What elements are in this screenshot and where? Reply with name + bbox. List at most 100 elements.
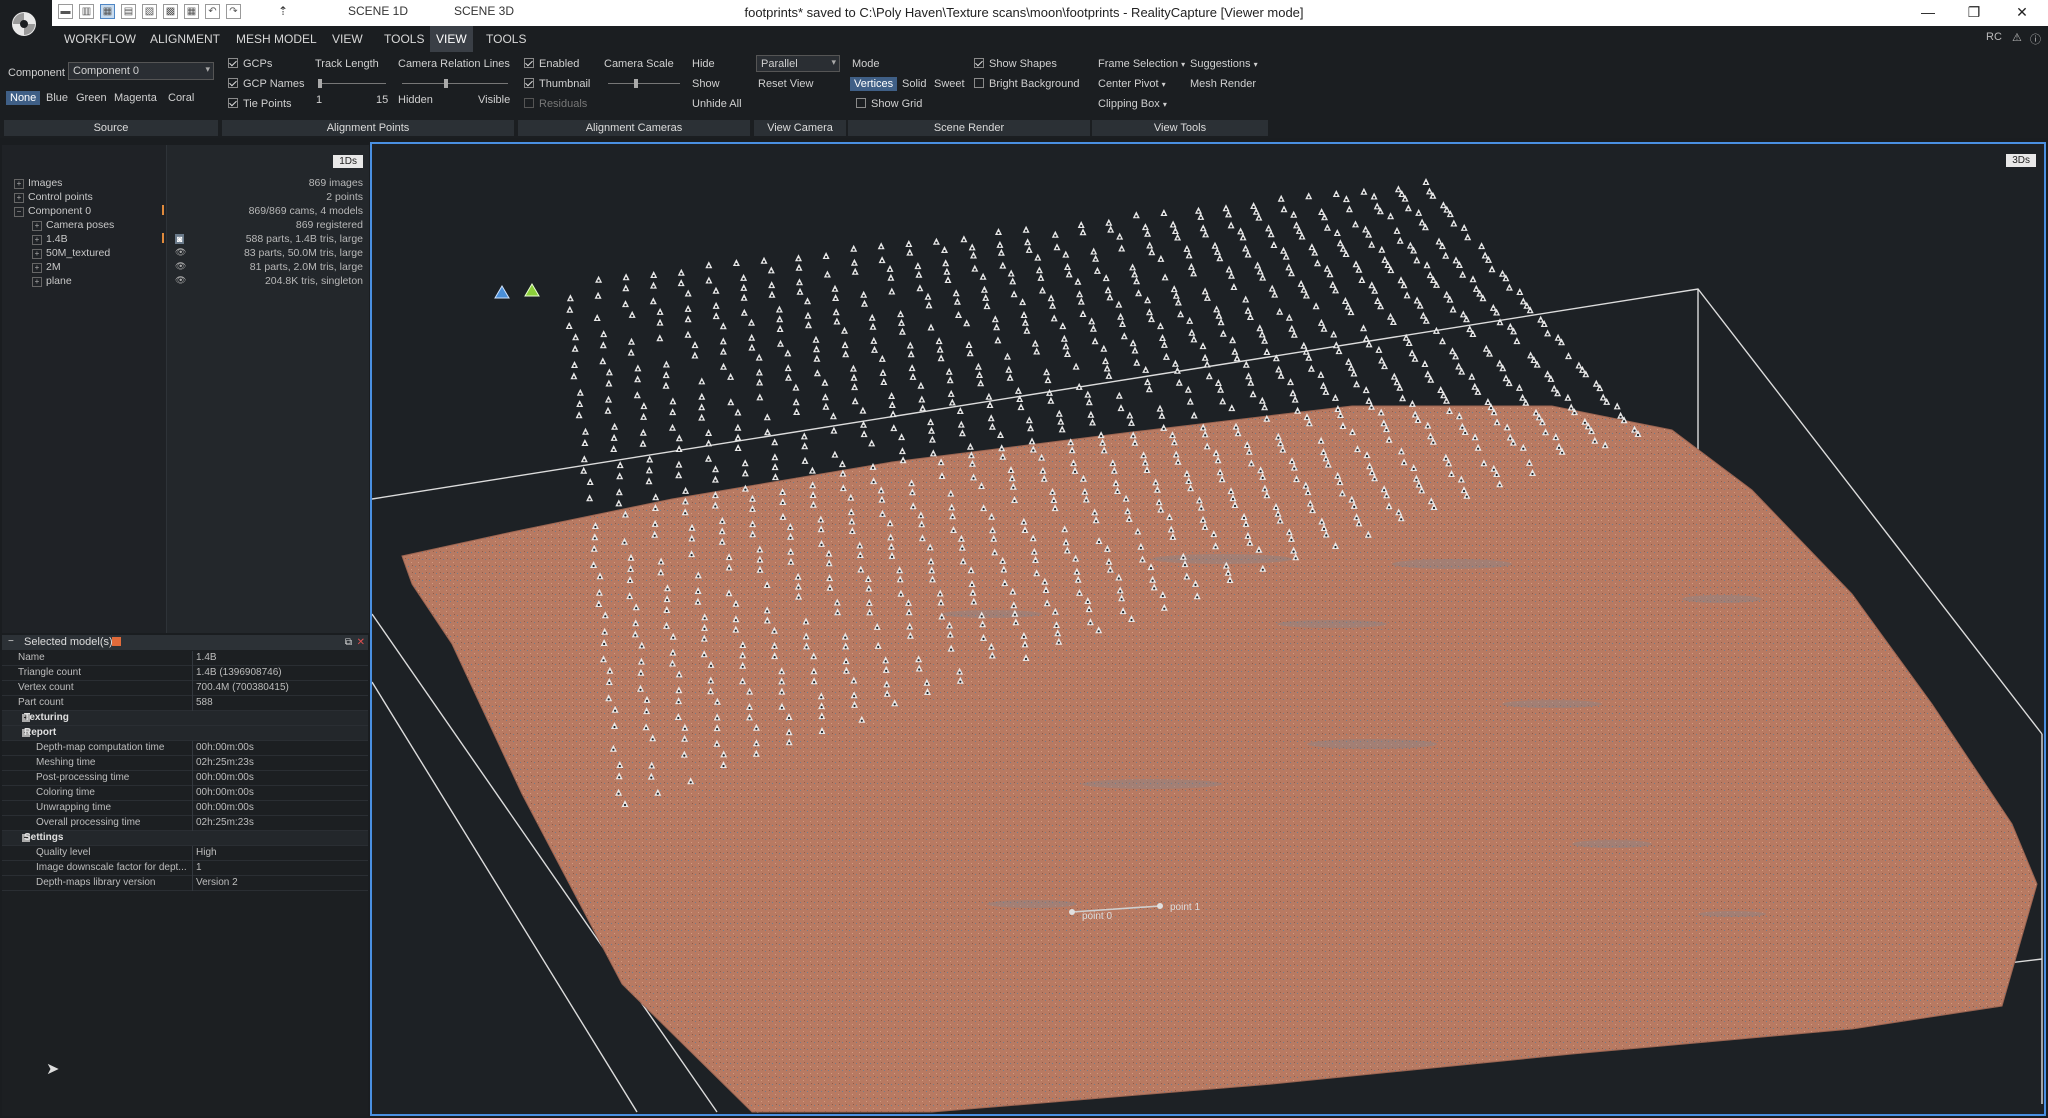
camera-icon[interactable] xyxy=(785,373,792,381)
camera-icon[interactable] xyxy=(682,486,690,494)
camera-icon[interactable] xyxy=(776,325,784,332)
camera-icon[interactable] xyxy=(711,475,719,483)
camera-icon[interactable] xyxy=(771,463,779,471)
camera-icon[interactable] xyxy=(1488,265,1496,273)
camera-icon[interactable] xyxy=(1242,360,1250,368)
camera-icon[interactable] xyxy=(1413,296,1421,304)
camera-icon[interactable] xyxy=(1319,381,1327,389)
show-shapes-checkbox[interactable]: Show Shapes xyxy=(974,58,1057,70)
camera-icon[interactable] xyxy=(905,240,913,247)
camera-icon[interactable] xyxy=(576,388,584,396)
gcp-blue-icon[interactable] xyxy=(494,285,510,299)
color-none-button[interactable]: None xyxy=(6,91,41,105)
camera-icon[interactable] xyxy=(1044,376,1052,384)
app-logo[interactable] xyxy=(0,0,52,52)
camera-icon[interactable] xyxy=(634,375,642,383)
warning-icon[interactable]: ⚠ xyxy=(2012,31,2022,44)
camera-icon[interactable] xyxy=(1263,348,1271,355)
menu-view[interactable]: VIEW xyxy=(326,26,369,52)
camera-icon[interactable] xyxy=(1489,303,1497,311)
camera-icon[interactable] xyxy=(1025,245,1033,253)
camera-icon[interactable] xyxy=(1019,298,1027,306)
camera-icon[interactable] xyxy=(640,402,648,410)
camera-icon[interactable] xyxy=(868,439,876,447)
camera-icon[interactable] xyxy=(1554,333,1562,341)
camera-icon[interactable] xyxy=(918,395,926,403)
camera-icon[interactable] xyxy=(1169,220,1177,228)
property-section[interactable]: + Texturing xyxy=(2,711,368,726)
camera-icon[interactable] xyxy=(1159,334,1166,341)
tab-scene-1d[interactable]: SCENE 1D xyxy=(348,4,408,18)
camera-icon[interactable] xyxy=(1201,287,1209,295)
camera-icon[interactable] xyxy=(795,254,802,262)
camera-icon[interactable] xyxy=(1225,210,1232,218)
camera-icon[interactable] xyxy=(1229,336,1237,344)
camera-icon[interactable] xyxy=(812,335,820,343)
camera-icon[interactable] xyxy=(1201,353,1209,361)
camera-icon[interactable] xyxy=(1039,286,1046,294)
camera-icon[interactable] xyxy=(1435,237,1443,245)
camera-icon[interactable] xyxy=(1185,251,1193,259)
camera-icon[interactable] xyxy=(831,450,839,458)
camera-icon[interactable] xyxy=(1060,334,1068,342)
camera-icon[interactable] xyxy=(945,367,953,375)
camera-icon[interactable] xyxy=(604,406,612,414)
camera-icon[interactable] xyxy=(669,397,677,405)
property-value[interactable]: Version 2 xyxy=(196,877,238,888)
undo-icon[interactable]: ↶ xyxy=(205,4,220,19)
camera-icon[interactable] xyxy=(1079,228,1087,236)
layout-1-icon[interactable]: ▬ xyxy=(58,4,73,19)
camera-icon[interactable] xyxy=(980,285,988,293)
camera-icon[interactable] xyxy=(1362,386,1370,394)
camera-icon[interactable] xyxy=(889,410,897,418)
camera-icon[interactable] xyxy=(1132,211,1140,219)
camera-icon[interactable] xyxy=(1341,297,1349,304)
camera-icon[interactable] xyxy=(1449,305,1457,313)
camera-icon[interactable] xyxy=(1261,403,1269,411)
camera-icon[interactable] xyxy=(1406,241,1414,249)
camera-icon[interactable] xyxy=(983,302,991,310)
camera-icon[interactable] xyxy=(1117,312,1125,320)
expand-icon[interactable]: + xyxy=(32,263,42,273)
menu-tools-contextual[interactable]: TOOLS xyxy=(480,26,532,52)
camera-icon[interactable] xyxy=(1305,353,1313,361)
camera-icon[interactable] xyxy=(645,466,653,474)
camera-icon[interactable] xyxy=(646,455,654,463)
camera-icon[interactable] xyxy=(966,442,974,450)
camera-icon[interactable] xyxy=(804,297,811,305)
camera-icon[interactable] xyxy=(1308,243,1316,251)
camera-icon[interactable] xyxy=(850,244,858,252)
camera-icon[interactable] xyxy=(1424,370,1432,378)
camera-icon[interactable] xyxy=(600,330,608,338)
tree-row-component-0[interactable]: − Component 0 xyxy=(14,205,91,217)
camera-icon[interactable] xyxy=(675,471,683,479)
camera-icon[interactable] xyxy=(1459,310,1467,318)
camera-icon[interactable] xyxy=(1174,233,1182,241)
camera-icon[interactable] xyxy=(1365,396,1373,404)
camera-icon[interactable] xyxy=(1186,397,1194,405)
camera-icon[interactable] xyxy=(775,305,783,313)
camera-icon[interactable] xyxy=(1034,253,1042,261)
camera-icon[interactable] xyxy=(622,284,630,292)
camera-icon[interactable] xyxy=(928,426,935,434)
camera-icon[interactable] xyxy=(935,337,943,345)
camera-icon[interactable] xyxy=(1023,326,1031,334)
camera-icon[interactable] xyxy=(570,372,578,380)
camera-icon[interactable] xyxy=(1213,247,1221,255)
camera-icon[interactable] xyxy=(1195,206,1202,214)
camera-icon[interactable] xyxy=(582,427,589,435)
eye-icon[interactable]: 👁 xyxy=(175,261,186,272)
camera-icon[interactable] xyxy=(1353,380,1361,388)
gcp-green-icon[interactable] xyxy=(524,283,540,297)
camera-icon[interactable] xyxy=(976,371,983,378)
camera-icon[interactable] xyxy=(948,398,956,406)
camera-icon[interactable] xyxy=(1550,384,1558,392)
layout-4-icon[interactable]: ▤ xyxy=(121,4,136,19)
menu-alignment[interactable]: ALIGNMENT xyxy=(144,26,226,52)
camera-icon[interactable] xyxy=(955,311,962,318)
camera-icon[interactable] xyxy=(645,477,653,485)
camera-icon[interactable] xyxy=(1331,393,1339,401)
camera-icon[interactable] xyxy=(1450,219,1458,227)
property-value[interactable]: 02h:25m:23s xyxy=(196,817,254,828)
camera-icon[interactable] xyxy=(888,392,896,399)
